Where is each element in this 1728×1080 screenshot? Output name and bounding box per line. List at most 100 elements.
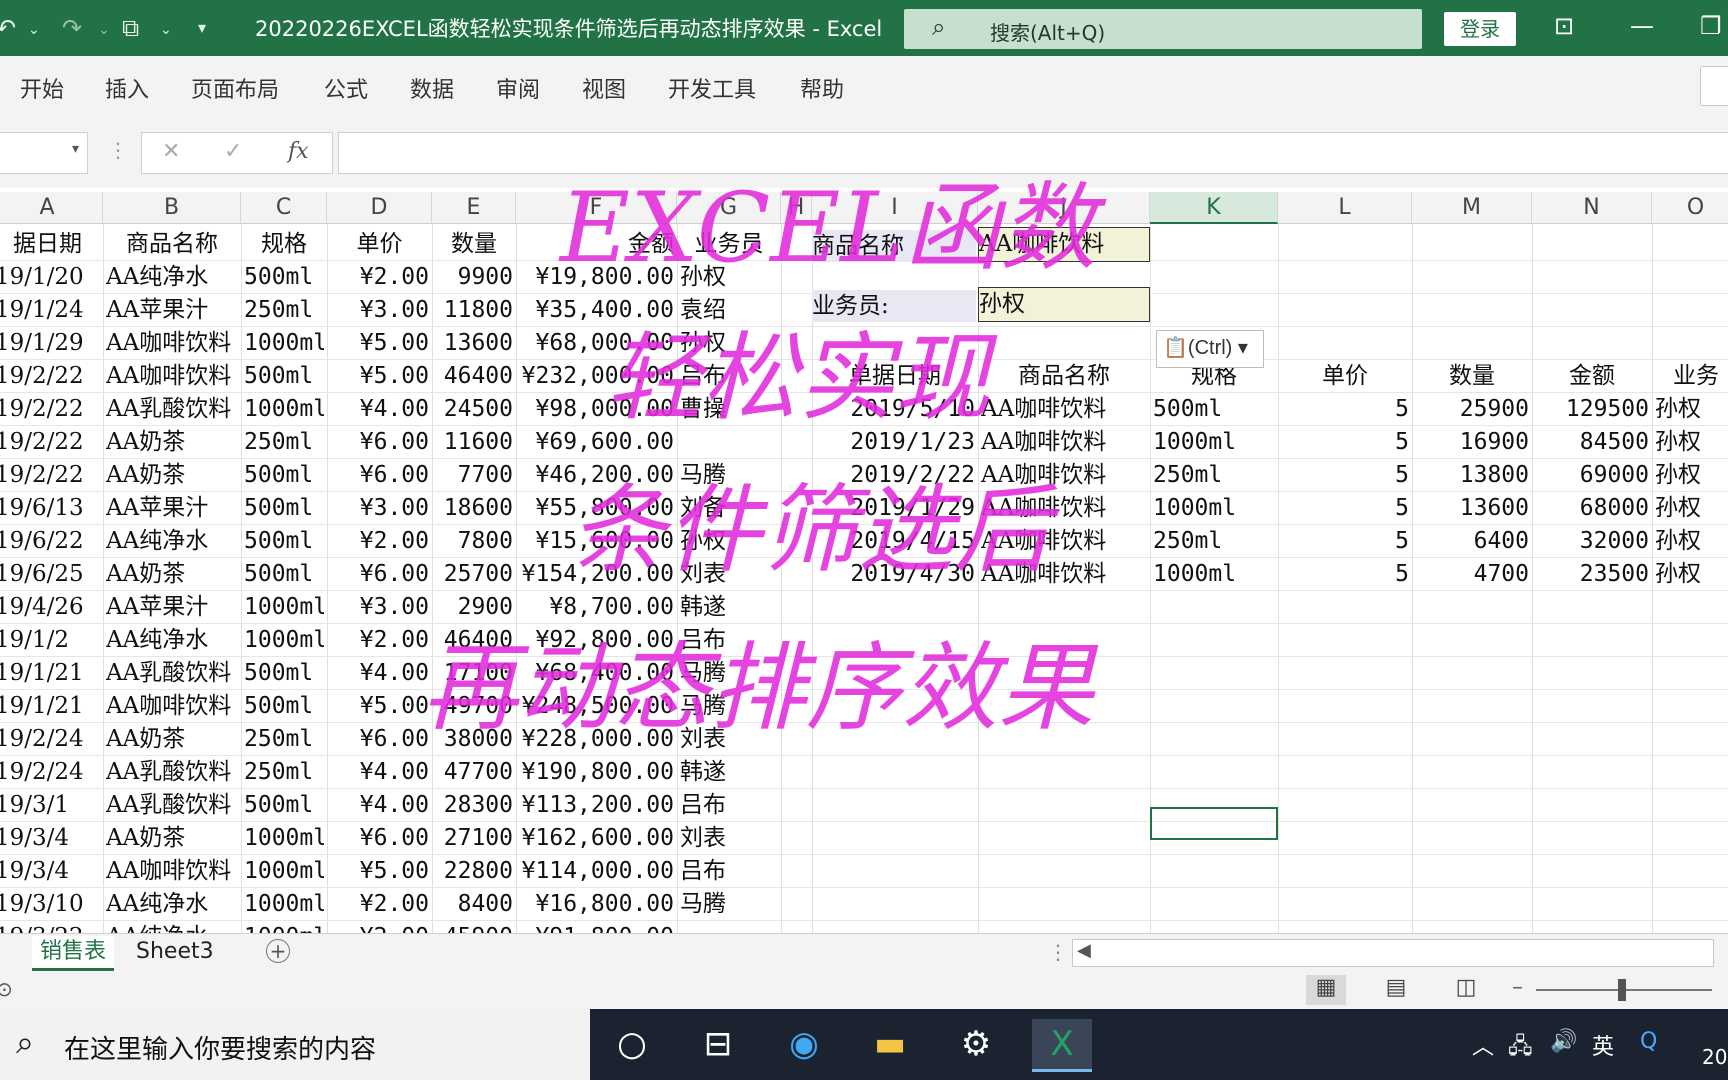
table-cell[interactable]: 1000ml [244,624,324,656]
table-cell[interactable]: 2019/1/29 [815,492,975,524]
table-cell[interactable]: ¥69,600.00 [519,426,674,458]
table-cell[interactable]: 47700 [435,756,513,788]
table-cell[interactable]: AA纯净水 [106,261,238,293]
table-cell[interactable]: 27100 [435,822,513,854]
table-cell[interactable]: ¥68,400.00 [519,657,674,689]
table-cell[interactable]: 23500 [1535,558,1649,590]
table-cell[interactable]: 46400 [435,360,513,392]
table-cell[interactable]: 13600 [1415,492,1529,524]
paste-options-button[interactable]: 📋(Ctrl) ▾ [1156,330,1264,368]
table-cell[interactable]: AA咖啡饮料 [106,327,238,359]
input-method-indicator[interactable]: 英 [1592,1029,1614,1061]
table-cell[interactable]: 吕布 [680,789,778,821]
table-cell[interactable]: 吕布 [680,624,778,656]
table-cell[interactable]: 1000ml [244,591,324,623]
table-cell[interactable]: ¥4.00 [330,393,429,425]
table-cell[interactable]: 1000ml [1153,426,1275,458]
file-explorer-icon[interactable]: ▬ [860,1019,920,1069]
table-cell[interactable]: 500ml [244,261,324,293]
table-cell[interactable]: 500ml [244,690,324,722]
table-cell[interactable]: 19/2/22 [0,393,100,425]
table-cell[interactable]: 19/3/4 [0,855,100,887]
table-cell[interactable]: 250ml [1153,459,1275,491]
column-header-m[interactable]: M [1412,192,1532,224]
table-cell[interactable]: ¥55,800.00 [519,492,674,524]
macro-record-icon[interactable]: ⊙ [0,977,13,1001]
table-cell[interactable]: 19/1/21 [0,690,100,722]
table-cell[interactable]: ¥35,400.00 [519,294,674,326]
sheet-tab-sales[interactable]: 销售表 [32,936,115,971]
table-cell[interactable]: ¥98,000.00 [519,393,674,425]
table-cell[interactable]: 袁绍 [680,294,778,326]
table-cell[interactable]: ¥3.00 [330,591,429,623]
table-cell[interactable]: ¥2.00 [330,261,429,293]
table-cell[interactable]: ¥6.00 [330,822,429,854]
table-cell[interactable]: AA苹果汁 [106,294,238,326]
table-cell[interactable]: AA咖啡饮料 [981,459,1147,491]
table-cell[interactable]: ¥4.00 [330,756,429,788]
column-header-f[interactable]: F [516,192,677,224]
table-cell[interactable]: 19/1/2 [0,624,100,656]
table-cell[interactable]: 500ml [244,459,324,491]
table-cell[interactable]: 刘表 [680,558,778,590]
table-cell[interactable]: ¥15,600.00 [519,525,674,557]
table-cell[interactable]: 32000 [1535,525,1649,557]
table-cell[interactable]: 马腾 [680,459,778,491]
undo-dropdown-icon[interactable]: ⌄ [28,22,40,38]
table-cell[interactable]: 吕布 [680,855,778,887]
table-cell[interactable]: 46400 [435,624,513,656]
table-cell[interactable]: 19/2/22 [0,360,100,392]
criteria-salesman-value[interactable]: 孙权 [978,287,1150,322]
table-cell[interactable]: ¥2.00 [330,921,429,933]
redo-icon[interactable]: ↷ [62,14,82,42]
table-cell[interactable]: 5 [1281,492,1409,524]
table-cell[interactable]: AA纯净水 [106,888,238,920]
table-cell[interactable]: 5 [1281,426,1409,458]
table-cell[interactable]: 19/6/13 [0,492,100,524]
table-cell[interactable]: 24500 [435,393,513,425]
column-header-a[interactable]: A [0,192,103,224]
table-cell[interactable]: AA纯净水 [106,525,238,557]
table-cell[interactable]: AA咖啡饮料 [981,558,1147,590]
table-cell[interactable] [680,426,778,458]
table-cell[interactable]: 2019/5/10 [815,393,975,425]
login-button[interactable]: 登录 [1444,12,1516,46]
table-cell[interactable]: ¥5.00 [330,327,429,359]
table-cell[interactable]: 28300 [435,789,513,821]
table-cell[interactable]: AA苹果汁 [106,591,238,623]
tab-page-layout[interactable]: 页面布局 [191,72,279,104]
table-cell[interactable]: AA乳酸饮料 [106,789,238,821]
ribbon-display-icon[interactable]: ⊡ [1554,12,1574,40]
column-header-b[interactable]: B [103,192,241,224]
table-cell[interactable]: AA奶茶 [106,426,238,458]
cancel-icon[interactable]: ✕ [162,139,180,164]
table-cell[interactable]: 2019/4/15 [815,525,975,557]
table-cell[interactable]: 19/2/22 [0,426,100,458]
task-view-icon[interactable]: ⊟ [688,1019,748,1069]
table-cell[interactable]: 500ml [244,657,324,689]
table-cell[interactable]: 6400 [1415,525,1529,557]
table-cell[interactable]: AA咖啡饮料 [981,492,1147,524]
table-cell[interactable]: ¥91,800.00 [519,921,674,933]
table-cell[interactable]: AA乳酸饮料 [106,657,238,689]
table-cell[interactable]: 500ml [244,558,324,590]
table-cell[interactable]: 19/4/26 [0,591,100,623]
table-cell[interactable]: 45900 [435,921,513,933]
tab-data[interactable]: 数据 [410,72,454,104]
table-cell[interactable]: 刘备 [680,492,778,524]
table-cell[interactable]: ¥113,200.00 [519,789,674,821]
column-header-h[interactable]: H [781,192,812,224]
table-cell[interactable]: ¥190,800.00 [519,756,674,788]
table-cell[interactable]: 孙权 [680,525,778,557]
enter-icon[interactable]: ✓ [224,139,242,164]
table-cell[interactable]: 韩遂 [680,591,778,623]
table-cell[interactable]: 250ml [244,723,324,755]
zoom-slider-thumb[interactable] [1618,979,1626,1001]
tab-insert[interactable]: 插入 [105,72,149,104]
settings-icon[interactable]: ⚙ [946,1019,1006,1069]
table-cell[interactable]: 19/3/1 [0,789,100,821]
table-cell[interactable]: ¥5.00 [330,690,429,722]
table-cell[interactable]: 11600 [435,426,513,458]
table-cell[interactable]: 19/3/10 [0,888,100,920]
table-cell[interactable]: 13800 [1415,459,1529,491]
